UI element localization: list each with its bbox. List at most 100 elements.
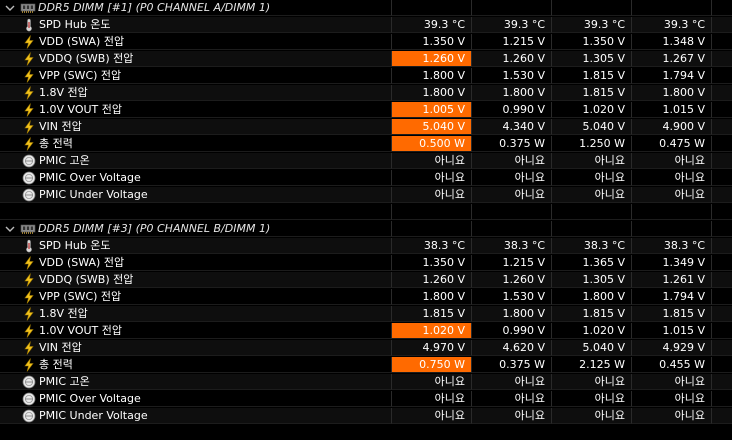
sensor-row[interactable]: 1.005 V 0.990 V 1.020 V 1.015 V 1.0V VOUT 전압 (0, 102, 732, 119)
sensor-row[interactable]: 아니요 아니요 아니요 아니요 PMIC Over Voltage (0, 170, 732, 187)
sensor-label: VPP (SWC) 전압 (39, 290, 122, 303)
value-cell: 아니요 (632, 391, 712, 407)
sensor-row[interactable]: 1.260 V 1.260 V 1.305 V 1.261 V VDDQ (SWB) 전… (0, 272, 732, 289)
sensor-row[interactable]: 1.020 V 0.990 V 1.020 V 1.015 V 1.0V VOUT 전압 (0, 323, 732, 340)
sensor-row[interactable]: 아니요 아니요 아니요 아니요 PMIC 고온 (0, 374, 732, 391)
sensor-value: 38.3 °C (583, 239, 625, 252)
value-cell: 1.815 V (552, 68, 632, 84)
value-cell: 아니요 (392, 391, 472, 407)
sensor-value: 38.3 °C (503, 239, 545, 252)
sensor-row[interactable]: 1.260 V 1.260 V 1.305 V 1.267 V VDDQ (SWB) 전… (0, 51, 732, 68)
sensor-row[interactable]: 4.970 V 4.620 V 5.040 V 4.929 V VIN 전압 (0, 340, 732, 357)
value-cell: 39.3 °C (632, 17, 712, 33)
memory-chip-icon (20, 2, 36, 14)
sensor-value: 아니요 (514, 171, 545, 184)
lightning-icon (22, 86, 36, 100)
sensor-value: 0.475 W (659, 137, 705, 150)
sensor-value: 1.800 V (502, 307, 545, 320)
value-cell: 아니요 (552, 153, 632, 169)
sensor-value: 아니요 (674, 171, 705, 184)
sensor-value: 아니요 (674, 409, 705, 422)
value-cell: 아니요 (472, 153, 552, 169)
value-cell: 1.250 W (552, 136, 632, 152)
sensor-value: 2.125 W (579, 358, 625, 371)
sensor-label: VDD (SWA) 전압 (39, 35, 125, 48)
value-cell: 1.530 V (472, 289, 552, 305)
sensor-value: 0.750 W (419, 358, 465, 371)
value-cell: 아니요 (392, 187, 472, 203)
sensor-value: 0.375 W (499, 358, 545, 371)
value-cell: 4.900 V (632, 119, 712, 135)
sensor-row[interactable]: 1.800 V 1.530 V 1.815 V 1.794 V VPP (SWC) 전압 (0, 68, 732, 85)
sensor-value: 0.455 W (659, 358, 705, 371)
sensor-row[interactable]: 5.040 V 4.340 V 5.040 V 4.900 V VIN 전압 (0, 119, 732, 136)
lightning-icon (22, 324, 36, 338)
sensor-value: 1.260 V (502, 52, 545, 65)
sensor-value: 1.815 V (422, 307, 465, 320)
sensor-label: 1.8V 전압 (39, 86, 88, 99)
value-cell: 38.3 °C (632, 238, 712, 254)
value-cell: 1.260 V (472, 272, 552, 288)
value-cell: 1.349 V (632, 255, 712, 271)
sensor-row[interactable]: 1.800 V 1.530 V 1.800 V 1.794 V VPP (SWC) 전압 (0, 289, 732, 306)
value-cell: 아니요 (392, 374, 472, 390)
sensor-value: 1.365 V (582, 256, 625, 269)
value-cell: 1.261 V (632, 272, 712, 288)
group-header[interactable]: DDR5 DIMM [#3] (P0 CHANNEL B/DIMM 1) (0, 221, 732, 238)
lightning-icon (22, 358, 36, 372)
sensor-row[interactable]: 1.350 V 1.215 V 1.365 V 1.349 V VDD (SWA) 전압 (0, 255, 732, 272)
status-circle-icon (22, 375, 36, 389)
value-cell: 0.375 W (472, 136, 552, 152)
value-cell: 38.3 °C (392, 238, 472, 254)
value-cell: 아니요 (632, 170, 712, 186)
value-cell: 아니요 (472, 408, 552, 424)
sensor-value: 39.3 °C (423, 18, 465, 31)
value-cell: 1.530 V (472, 68, 552, 84)
sensor-row[interactable]: 1.815 V 1.800 V 1.815 V 1.815 V 1.8V 전압 (0, 306, 732, 323)
sensor-value: 아니요 (434, 392, 465, 405)
sensor-label: PMIC Under Voltage (39, 188, 148, 201)
sensor-value: 4.620 V (502, 341, 545, 354)
sensor-row[interactable]: 39.3 °C 39.3 °C 39.3 °C 39.3 °C SPD Hub 온도 (0, 17, 732, 34)
value-cell: 0.990 V (472, 323, 552, 339)
sensor-value: 아니요 (674, 154, 705, 167)
sensor-row[interactable]: 0.500 W 0.375 W 1.250 W 0.475 W 총 전력 (0, 136, 732, 153)
value-cell: 5.040 V (392, 119, 472, 135)
value-cell: 1.794 V (632, 68, 712, 84)
value-cell: 1.305 V (552, 272, 632, 288)
value-cell: 1.800 V (632, 85, 712, 101)
sensor-value: 1.349 V (662, 256, 705, 269)
sensor-value: 1.815 V (582, 86, 625, 99)
value-cell: 1.260 V (392, 272, 472, 288)
sensor-value: 1.260 V (422, 273, 465, 286)
value-cell: 1.800 V (472, 306, 552, 322)
status-circle-icon (22, 171, 36, 185)
sensor-row[interactable]: 1.800 V 1.800 V 1.815 V 1.800 V 1.8V 전압 (0, 85, 732, 102)
chevron-down-icon[interactable] (4, 223, 16, 235)
sensor-value: 1.215 V (502, 35, 545, 48)
sensor-label: VIN 전압 (39, 341, 82, 354)
sensor-value: 1.305 V (582, 52, 625, 65)
sensor-value: 0.375 W (499, 137, 545, 150)
sensor-value: 1.530 V (502, 290, 545, 303)
sensor-row[interactable]: 아니요 아니요 아니요 아니요 PMIC 고온 (0, 153, 732, 170)
sensor-row[interactable]: 아니요 아니요 아니요 아니요 PMIC Under Voltage (0, 187, 732, 204)
value-cell: 아니요 (632, 408, 712, 424)
value-cell: 1.215 V (472, 34, 552, 50)
value-cell: 38.3 °C (552, 238, 632, 254)
sensor-value: 아니요 (514, 154, 545, 167)
group-header[interactable]: DDR5 DIMM [#1] (P0 CHANNEL A/DIMM 1) (0, 0, 732, 17)
value-cell: 1.267 V (632, 51, 712, 67)
value-cell: 1.800 V (392, 85, 472, 101)
value-cell: 1.350 V (392, 34, 472, 50)
sensor-row[interactable]: 아니요 아니요 아니요 아니요 PMIC Under Voltage (0, 408, 732, 425)
chevron-down-icon[interactable] (4, 2, 16, 14)
sensor-row[interactable]: 0.750 W 0.375 W 2.125 W 0.455 W 총 전력 (0, 357, 732, 374)
sensor-value: 아니요 (594, 392, 625, 405)
sensor-row[interactable]: 아니요 아니요 아니요 아니요 PMIC Over Voltage (0, 391, 732, 408)
value-cell: 1.815 V (632, 306, 712, 322)
sensor-row[interactable]: 1.350 V 1.215 V 1.350 V 1.348 V VDD (SWA) 전압 (0, 34, 732, 51)
sensor-row[interactable]: 38.3 °C 38.3 °C 38.3 °C 38.3 °C SPD Hub 온도 (0, 238, 732, 255)
sensor-value: 아니요 (434, 375, 465, 388)
sensor-value: 0.500 W (419, 137, 465, 150)
